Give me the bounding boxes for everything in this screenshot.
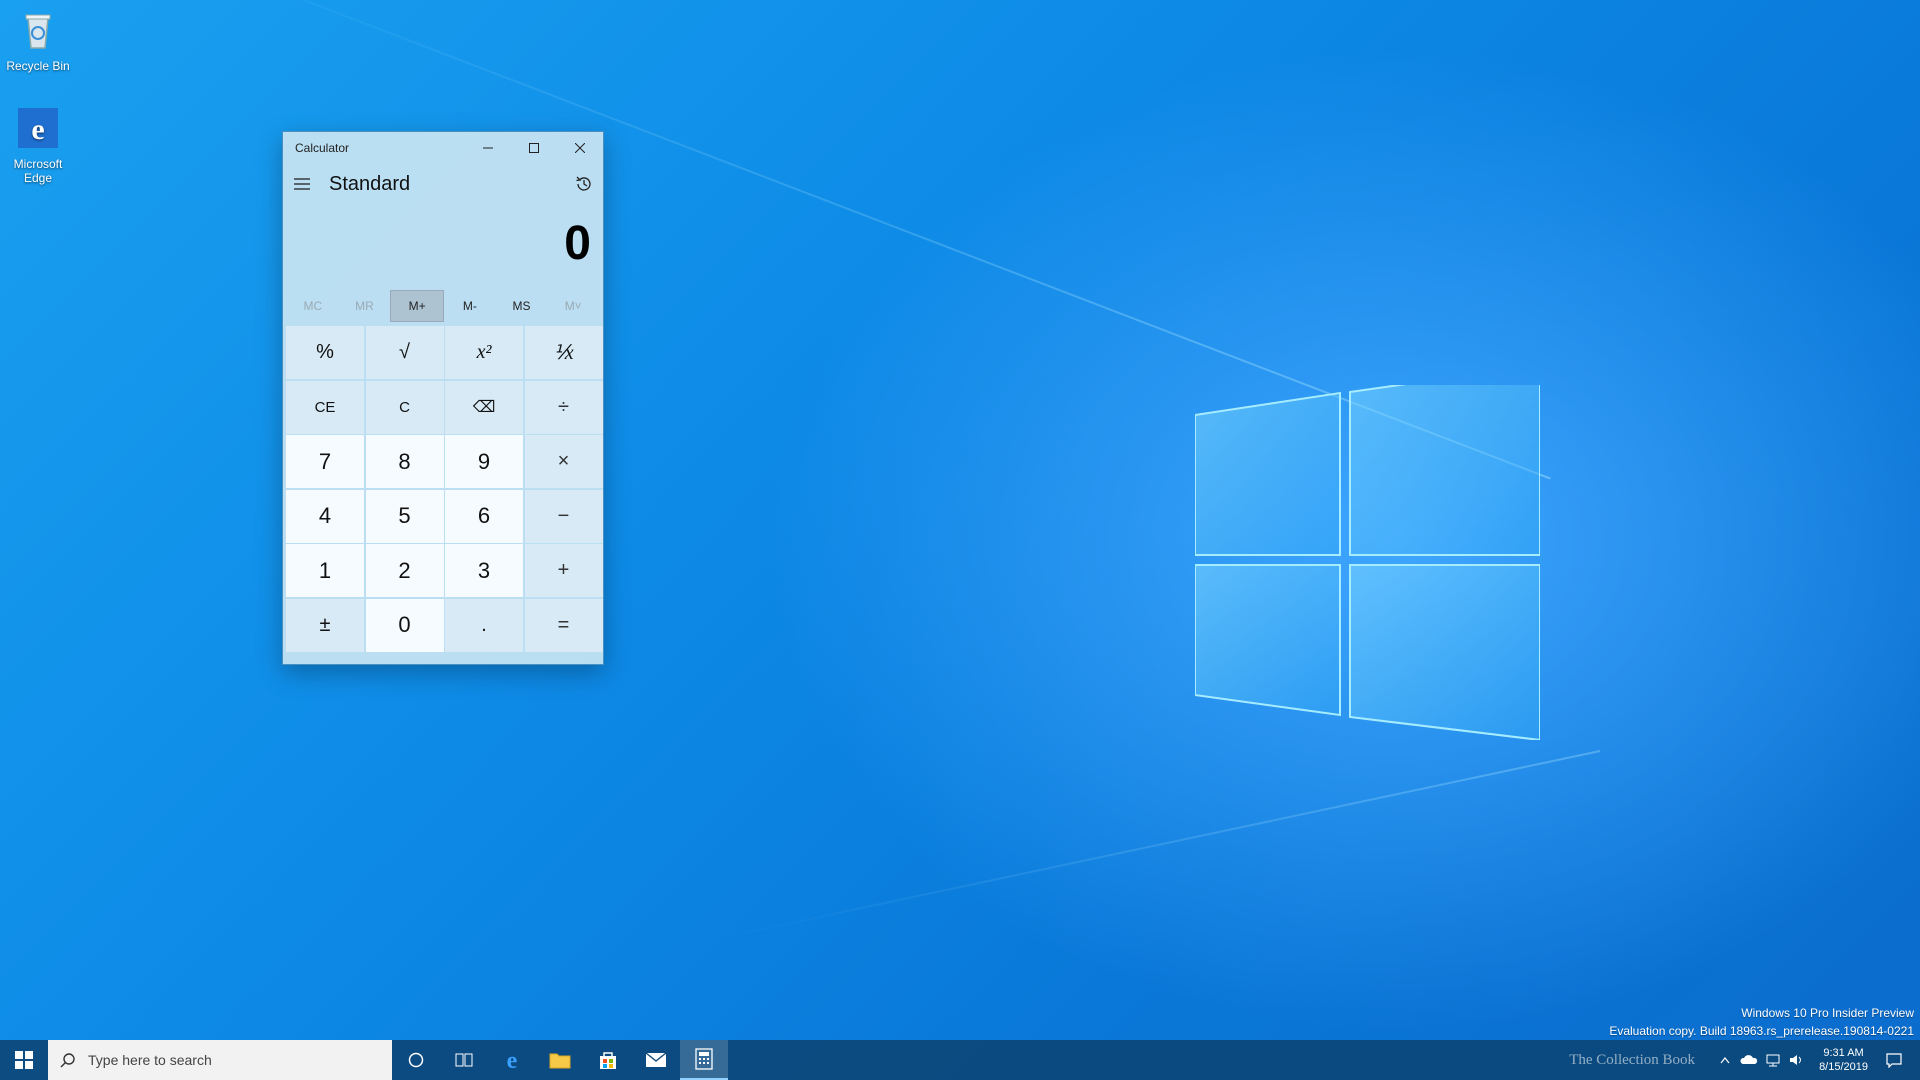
svg-text:e: e [507, 1049, 518, 1071]
reciprocal-button[interactable]: ⅟x [524, 326, 603, 379]
clock-time: 9:31 AM [1823, 1047, 1864, 1059]
close-icon [575, 143, 585, 153]
clock-date: 8/15/2019 [1819, 1061, 1868, 1073]
memory-add-button[interactable]: M+ [390, 290, 445, 322]
cortana-button[interactable] [392, 1040, 440, 1080]
taskbar-search-box[interactable]: Type here to search [48, 1040, 392, 1080]
start-button[interactable] [0, 1040, 48, 1080]
notification-icon [1886, 1053, 1902, 1068]
search-placeholder: Type here to search [88, 1052, 212, 1068]
negate-button[interactable]: ± [286, 598, 364, 652]
memory-clear-button[interactable]: MC [287, 290, 339, 322]
minimize-icon [483, 147, 493, 149]
maximize-icon [529, 143, 539, 153]
windows-start-icon [15, 1051, 33, 1069]
digit-4-button[interactable]: 4 [286, 489, 364, 543]
cloud-icon [1740, 1055, 1758, 1064]
digit-9-button[interactable]: 9 [445, 435, 523, 488]
desktop-icon-recycle-bin[interactable]: Recycle Bin [0, 8, 76, 73]
square-root-button[interactable]: √ [365, 326, 444, 379]
equals-button[interactable]: = [524, 598, 603, 652]
network-button[interactable] [1761, 1053, 1785, 1067]
subtract-button[interactable]: − [524, 489, 603, 543]
memory-recall-button[interactable]: MR [339, 290, 391, 322]
action-center-button[interactable] [1882, 1052, 1906, 1068]
desktop-icon-label: Microsoft Edge [13, 157, 63, 185]
add-button[interactable]: + [524, 544, 603, 597]
mail-icon [645, 1052, 667, 1067]
taskbar-file-explorer[interactable] [536, 1040, 584, 1080]
volume-button[interactable] [1785, 1053, 1809, 1067]
window-title: Calculator [295, 141, 350, 155]
mode-title: Standard [329, 172, 411, 195]
digit-1-button[interactable]: 1 [286, 544, 364, 597]
cortana-icon [408, 1052, 424, 1068]
decimal-button[interactable]: . [445, 598, 523, 652]
calculator-window: Calculator Standard 0 MC MR M+ M- MS M˅ [282, 131, 604, 665]
taskbar-calculator[interactable] [680, 1040, 728, 1080]
digit-2-button[interactable]: 2 [365, 544, 444, 597]
hamburger-menu-icon[interactable] [293, 177, 311, 191]
overlay-logo-text: The Collection Book [1569, 1051, 1696, 1068]
memory-list-button[interactable]: M˅ [547, 290, 599, 322]
watermark-edition: Windows 10 Pro Insider Preview [1741, 1006, 1914, 1020]
close-button[interactable] [557, 132, 603, 164]
windows-logo [1195, 385, 1540, 740]
svg-text:e: e [31, 113, 44, 146]
task-view-button[interactable] [440, 1040, 488, 1080]
calculator-icon [695, 1048, 713, 1070]
onedrive-button[interactable] [1737, 1055, 1761, 1065]
digit-8-button[interactable]: 8 [365, 435, 444, 488]
clear-button[interactable]: C [365, 380, 444, 434]
title-bar[interactable]: Calculator [283, 132, 603, 164]
keypad: % √ x² ⅟x CE C ⌫ ÷ 7 8 9 × 4 5 6 − 1 2 3… [283, 326, 603, 652]
minimize-button[interactable] [465, 132, 511, 164]
memory-subtract-button[interactable]: M- [444, 290, 496, 322]
show-hidden-icons-button[interactable] [1713, 1056, 1737, 1064]
result-display: 0 [564, 217, 591, 270]
desktop-icon-label: Recycle Bin [6, 59, 70, 73]
calculator-header: Standard [283, 164, 603, 204]
desktop-icon-edge[interactable]: e Microsoft Edge [0, 106, 76, 185]
task-view-icon [455, 1053, 473, 1067]
network-icon [1766, 1054, 1780, 1067]
memory-store-button[interactable]: MS [496, 290, 548, 322]
taskbar-store[interactable] [584, 1040, 632, 1080]
percent-button[interactable]: % [286, 326, 364, 379]
divide-button[interactable]: ÷ [524, 380, 603, 434]
memory-row: MC MR M+ M- MS M˅ [287, 290, 599, 322]
digit-7-button[interactable]: 7 [286, 435, 364, 488]
history-icon[interactable] [575, 175, 593, 193]
edge-icon: e [507, 1049, 518, 1071]
taskbar: Type here to search e The Collection Boo… [0, 1040, 1920, 1080]
taskbar-edge[interactable]: e [488, 1040, 536, 1080]
square-button[interactable]: x² [445, 326, 523, 379]
system-tray: The Collection Book 9:31 AM 8/15/2019 [1569, 1040, 1920, 1080]
chevron-up-icon [1720, 1057, 1730, 1064]
multiply-button[interactable]: × [524, 435, 603, 488]
light-beam [719, 750, 1601, 940]
digit-0-button[interactable]: 0 [365, 598, 444, 652]
speaker-icon [1790, 1055, 1802, 1065]
backspace-button[interactable]: ⌫ [445, 380, 523, 434]
watermark-build: Evaluation copy. Build 18963.rs_prerelea… [1609, 1024, 1914, 1038]
maximize-button[interactable] [511, 132, 557, 164]
digit-6-button[interactable]: 6 [445, 489, 523, 543]
taskbar-clock[interactable]: 9:31 AM 8/15/2019 [1819, 1046, 1868, 1074]
store-bag-icon [600, 1052, 616, 1069]
clear-entry-button[interactable]: CE [286, 380, 364, 434]
recycle-bin-icon [25, 14, 51, 49]
search-icon [60, 1053, 75, 1068]
folder-icon [549, 1053, 571, 1069]
taskbar-mail[interactable] [632, 1040, 680, 1080]
edge-icon: e [18, 108, 58, 148]
digit-5-button[interactable]: 5 [365, 489, 444, 543]
digit-3-button[interactable]: 3 [445, 544, 523, 597]
